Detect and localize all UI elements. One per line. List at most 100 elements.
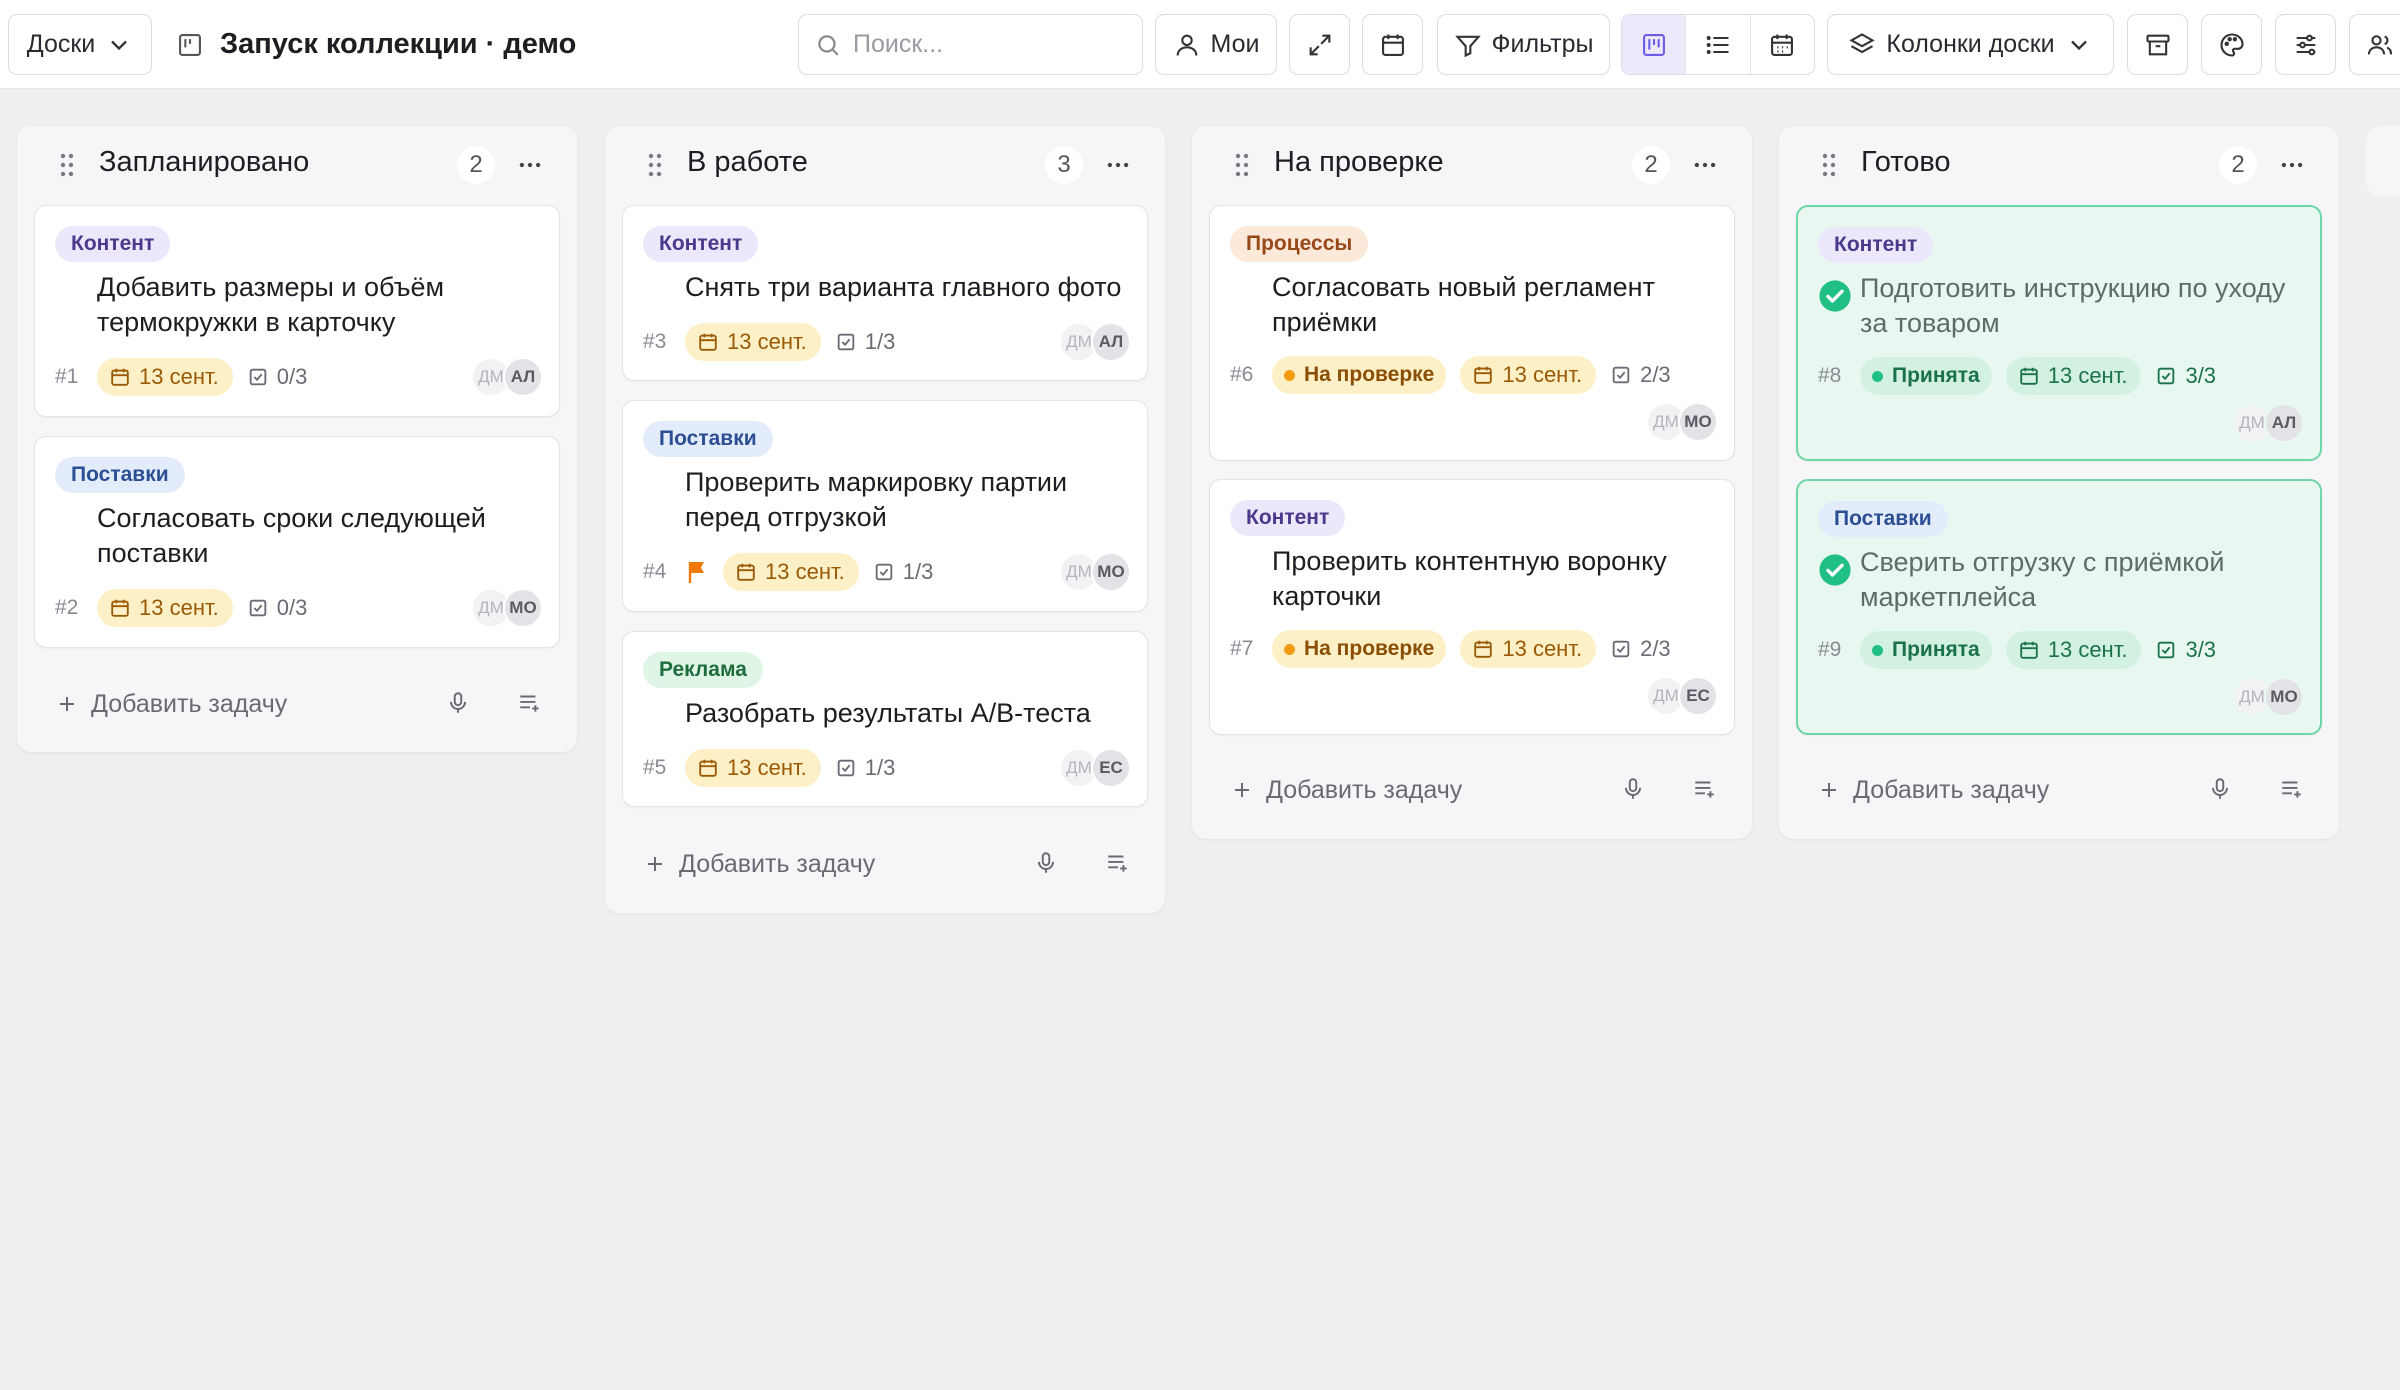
search-box[interactable] (798, 14, 1143, 75)
archive-icon (2144, 31, 2172, 59)
task-card[interactable]: Поставки Согласовать сроки следующей пос… (34, 436, 560, 648)
status-dot-icon (1284, 643, 1295, 655)
template-list-icon[interactable] (517, 690, 543, 716)
boards-dropdown-label: Доски (26, 30, 96, 58)
template-list-icon[interactable] (2279, 776, 2305, 802)
microphone-icon[interactable] (1620, 776, 1646, 802)
boards-dropdown[interactable]: Доски (8, 14, 152, 75)
add-task-label: Добавить задачу (1853, 775, 2050, 804)
microphone-icon[interactable] (2207, 776, 2233, 802)
avatar[interactable]: МО (2264, 677, 2304, 717)
category-tag: Реклама (643, 652, 763, 688)
palette-icon (2218, 31, 2246, 59)
due-date-chip[interactable]: 13 сент. (1460, 356, 1597, 394)
task-card[interactable]: Контент Снять три варианта главного фото… (622, 205, 1148, 381)
expand-button[interactable] (1289, 14, 1350, 75)
task-card[interactable]: Контент Проверить контентную воронку кар… (1209, 479, 1735, 735)
task-card[interactable]: Контент Подготовить инструкцию по уходу … (1796, 205, 2322, 461)
task-title: Разобрать результаты A/B-теста (685, 698, 1091, 728)
search-input[interactable] (853, 30, 1123, 59)
due-date-chip[interactable]: 13 сент. (685, 323, 821, 361)
task-number: #1 (55, 365, 79, 388)
due-date-chip[interactable]: 13 сент. (97, 358, 233, 396)
calendar-button[interactable] (1362, 14, 1423, 75)
add-task-button[interactable]: Добавить задачу (1817, 770, 2049, 810)
avatar[interactable]: АЛ (1091, 322, 1131, 362)
view-calendar-button[interactable] (1749, 15, 1814, 74)
filters-button[interactable]: Фильтры (1437, 14, 1610, 75)
view-list-button[interactable] (1685, 15, 1749, 74)
avatar[interactable]: ЕС (1678, 676, 1718, 716)
more-icon[interactable] (517, 152, 543, 178)
drag-handle-icon[interactable] (1821, 152, 1837, 178)
column-title: Запланировано (99, 146, 310, 178)
add-task-button[interactable]: Добавить задачу (1230, 770, 1462, 810)
checklist-count: 1/3 (902, 559, 934, 584)
task-card[interactable]: Процессы Согласовать новый регламент при… (1209, 205, 1735, 461)
task-card[interactable]: Контент Добавить размеры и объём термокр… (34, 205, 560, 417)
checklist-progress: 2/3 (1610, 362, 1671, 388)
due-date-chip[interactable]: 13 сент. (723, 553, 859, 591)
task-title: Согласовать сроки следующей поставки (97, 503, 486, 568)
calendar-icon (697, 757, 719, 779)
completed-check-icon[interactable] (1818, 553, 1852, 587)
completed-check-icon[interactable] (1818, 279, 1852, 313)
more-icon[interactable] (1692, 152, 1718, 178)
status-badge[interactable]: На проверке (1272, 356, 1447, 394)
avatar[interactable]: АЛ (2264, 403, 2304, 443)
task-card[interactable]: Поставки Проверить маркировку партии пер… (622, 400, 1148, 612)
due-date-label: 13 сент. (2047, 363, 2128, 388)
due-date-chip[interactable]: 13 сент. (97, 589, 233, 627)
due-date-label: 13 сент. (1502, 362, 1583, 387)
more-icon[interactable] (2279, 152, 2305, 178)
more-icon[interactable] (1105, 152, 1131, 178)
add-column-stub[interactable] (2366, 126, 2400, 196)
avatar[interactable]: МО (1091, 552, 1131, 592)
template-list-icon[interactable] (1692, 776, 1718, 802)
calendar-icon (2018, 365, 2040, 387)
status-badge[interactable]: Принята (1860, 357, 1992, 395)
settings-button[interactable] (2275, 14, 2336, 75)
archive-button[interactable] (2127, 14, 2188, 75)
template-list-icon[interactable] (1105, 850, 1131, 876)
task-number: #4 (643, 560, 667, 583)
category-tag: Контент (1818, 227, 1934, 263)
task-card[interactable]: Реклама Разобрать результаты A/B-теста #… (622, 631, 1148, 807)
due-date-chip[interactable]: 13 сент. (685, 749, 821, 787)
category-tag: Контент (1230, 500, 1346, 536)
plus-icon (1230, 778, 1254, 802)
plus-icon (643, 852, 667, 876)
members-button[interactable] (2349, 14, 2400, 75)
due-date-label: 13 сент. (139, 595, 219, 620)
my-tasks-button[interactable]: Мои (1155, 14, 1277, 75)
avatar[interactable]: ЕС (1091, 748, 1131, 788)
calendar-icon (697, 331, 719, 353)
calendar-icon (1472, 638, 1494, 660)
due-date-chip[interactable]: 13 сент. (1460, 630, 1597, 668)
drag-handle-icon[interactable] (59, 152, 75, 178)
board-columns-dropdown[interactable]: Колонки доски (1827, 14, 2114, 75)
microphone-icon[interactable] (1033, 850, 1059, 876)
add-task-label: Добавить задачу (91, 689, 288, 718)
due-date-chip[interactable]: 13 сент. (2005, 631, 2142, 669)
avatar[interactable]: МО (1678, 402, 1718, 442)
status-badge[interactable]: На проверке (1272, 630, 1447, 668)
status-badge[interactable]: Принята (1860, 631, 1992, 669)
calendar-icon (2018, 639, 2040, 661)
calendar-grid-icon (1768, 31, 1796, 59)
drag-handle-icon[interactable] (1234, 152, 1250, 178)
view-board-button[interactable] (1622, 15, 1686, 74)
due-date-chip[interactable]: 13 сент. (2005, 357, 2142, 395)
task-card[interactable]: Поставки Сверить отгрузку с приёмкой мар… (1796, 479, 2322, 735)
due-date-label: 13 сент. (139, 364, 219, 389)
avatar[interactable]: АЛ (503, 357, 543, 397)
microphone-icon[interactable] (445, 690, 471, 716)
priority-flag-icon[interactable] (685, 559, 709, 585)
add-task-button[interactable]: Добавить задачу (55, 684, 287, 724)
avatar[interactable]: МО (503, 588, 543, 628)
theme-button[interactable] (2201, 14, 2262, 75)
board-title-block: Запуск коллекции · демо (176, 14, 576, 75)
checklist-progress: 1/3 (835, 329, 895, 355)
drag-handle-icon[interactable] (647, 152, 663, 178)
add-task-button[interactable]: Добавить задачу (643, 844, 875, 884)
